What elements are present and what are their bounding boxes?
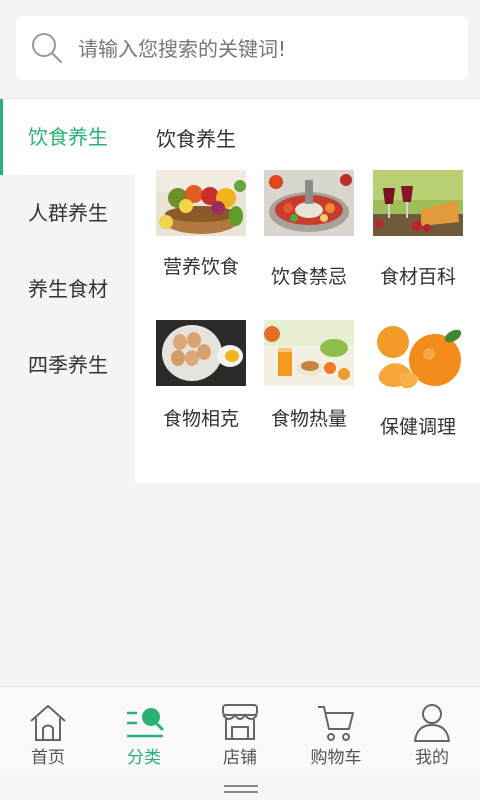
nav-label: 我的 bbox=[415, 748, 449, 768]
sidebar-item-seasons[interactable]: 四季养生 bbox=[0, 327, 135, 403]
search-input[interactable] bbox=[76, 24, 460, 74]
fruit-basket-image bbox=[156, 170, 246, 236]
nav-store[interactable]: 店铺 bbox=[192, 687, 288, 775]
subcategory-food-incompatibility[interactable]: 食物相克 bbox=[156, 320, 256, 460]
home-icon bbox=[30, 705, 66, 741]
search-icon bbox=[32, 33, 63, 64]
breakfast-image bbox=[264, 320, 354, 386]
subcategory-label: 食材百科 bbox=[379, 266, 456, 288]
bottom-nav: 首页 分类 店铺 购物车 我的 bbox=[0, 686, 480, 775]
category-sidebar: 饮食养生 人群养生 养生食材 四季养生 bbox=[0, 99, 135, 403]
user-icon bbox=[414, 704, 450, 742]
sidebar-item-diet-health[interactable]: 饮食养生 bbox=[0, 99, 135, 175]
nav-label: 购物车 bbox=[310, 748, 362, 768]
search-bar bbox=[0, 0, 480, 99]
wine-cheese-image bbox=[373, 170, 463, 236]
nav-profile[interactable]: 我的 bbox=[384, 687, 480, 775]
nav-label: 首页 bbox=[31, 748, 65, 768]
sidebar-item-ingredients[interactable]: 养生食材 bbox=[0, 251, 135, 327]
oranges-image bbox=[373, 320, 463, 394]
store-icon bbox=[222, 704, 258, 740]
subcategory-label: 营养饮食 bbox=[162, 256, 239, 278]
nav-cart[interactable]: 购物车 bbox=[288, 687, 384, 775]
sidebar-item-people-health[interactable]: 人群养生 bbox=[0, 175, 135, 251]
panel-title: 饮食养生 bbox=[156, 127, 236, 151]
subcategory-nutrition-diet[interactable]: 营养饮食 bbox=[156, 170, 256, 310]
sidebar-item-label: 四季养生 bbox=[28, 353, 108, 377]
subcategory-label: 保健调理 bbox=[379, 416, 456, 438]
subcategory-label: 食物相克 bbox=[162, 408, 239, 430]
subcategory-label: 食物热量 bbox=[270, 408, 347, 430]
menu-handle-icon[interactable] bbox=[224, 785, 258, 793]
subcategory-label: 饮食禁忌 bbox=[270, 266, 347, 288]
hot-pot-image bbox=[264, 170, 354, 236]
nav-label: 店铺 bbox=[223, 748, 257, 768]
nav-home[interactable]: 首页 bbox=[0, 687, 96, 775]
subcategory-ingredient-encyclopedia[interactable]: 食材百科 bbox=[373, 170, 473, 310]
category-search-icon bbox=[127, 708, 164, 738]
nav-label: 分类 bbox=[127, 748, 161, 768]
eggs-image bbox=[156, 320, 246, 386]
sidebar-item-label: 养生食材 bbox=[28, 277, 108, 301]
sidebar-item-label: 人群养生 bbox=[28, 201, 108, 225]
subcategory-diet-taboos[interactable]: 饮食禁忌 bbox=[264, 170, 364, 310]
subcategory-food-calories[interactable]: 食物热量 bbox=[264, 320, 364, 460]
subcategory-panel: 饮食养生 营养饮食 饮食禁忌 食材百科 食物相克 食物热量 保健调理 bbox=[135, 99, 480, 483]
system-nav-bar bbox=[0, 774, 480, 800]
subcategory-health-care[interactable]: 保健调理 bbox=[373, 320, 473, 460]
sidebar-item-label: 饮食养生 bbox=[28, 125, 108, 149]
cart-icon bbox=[318, 706, 354, 741]
search-box[interactable] bbox=[16, 16, 468, 80]
category-page: 饮食养生 人群养生 养生食材 四季养生 饮食养生 bbox=[0, 0, 480, 800]
nav-category[interactable]: 分类 bbox=[96, 687, 192, 775]
